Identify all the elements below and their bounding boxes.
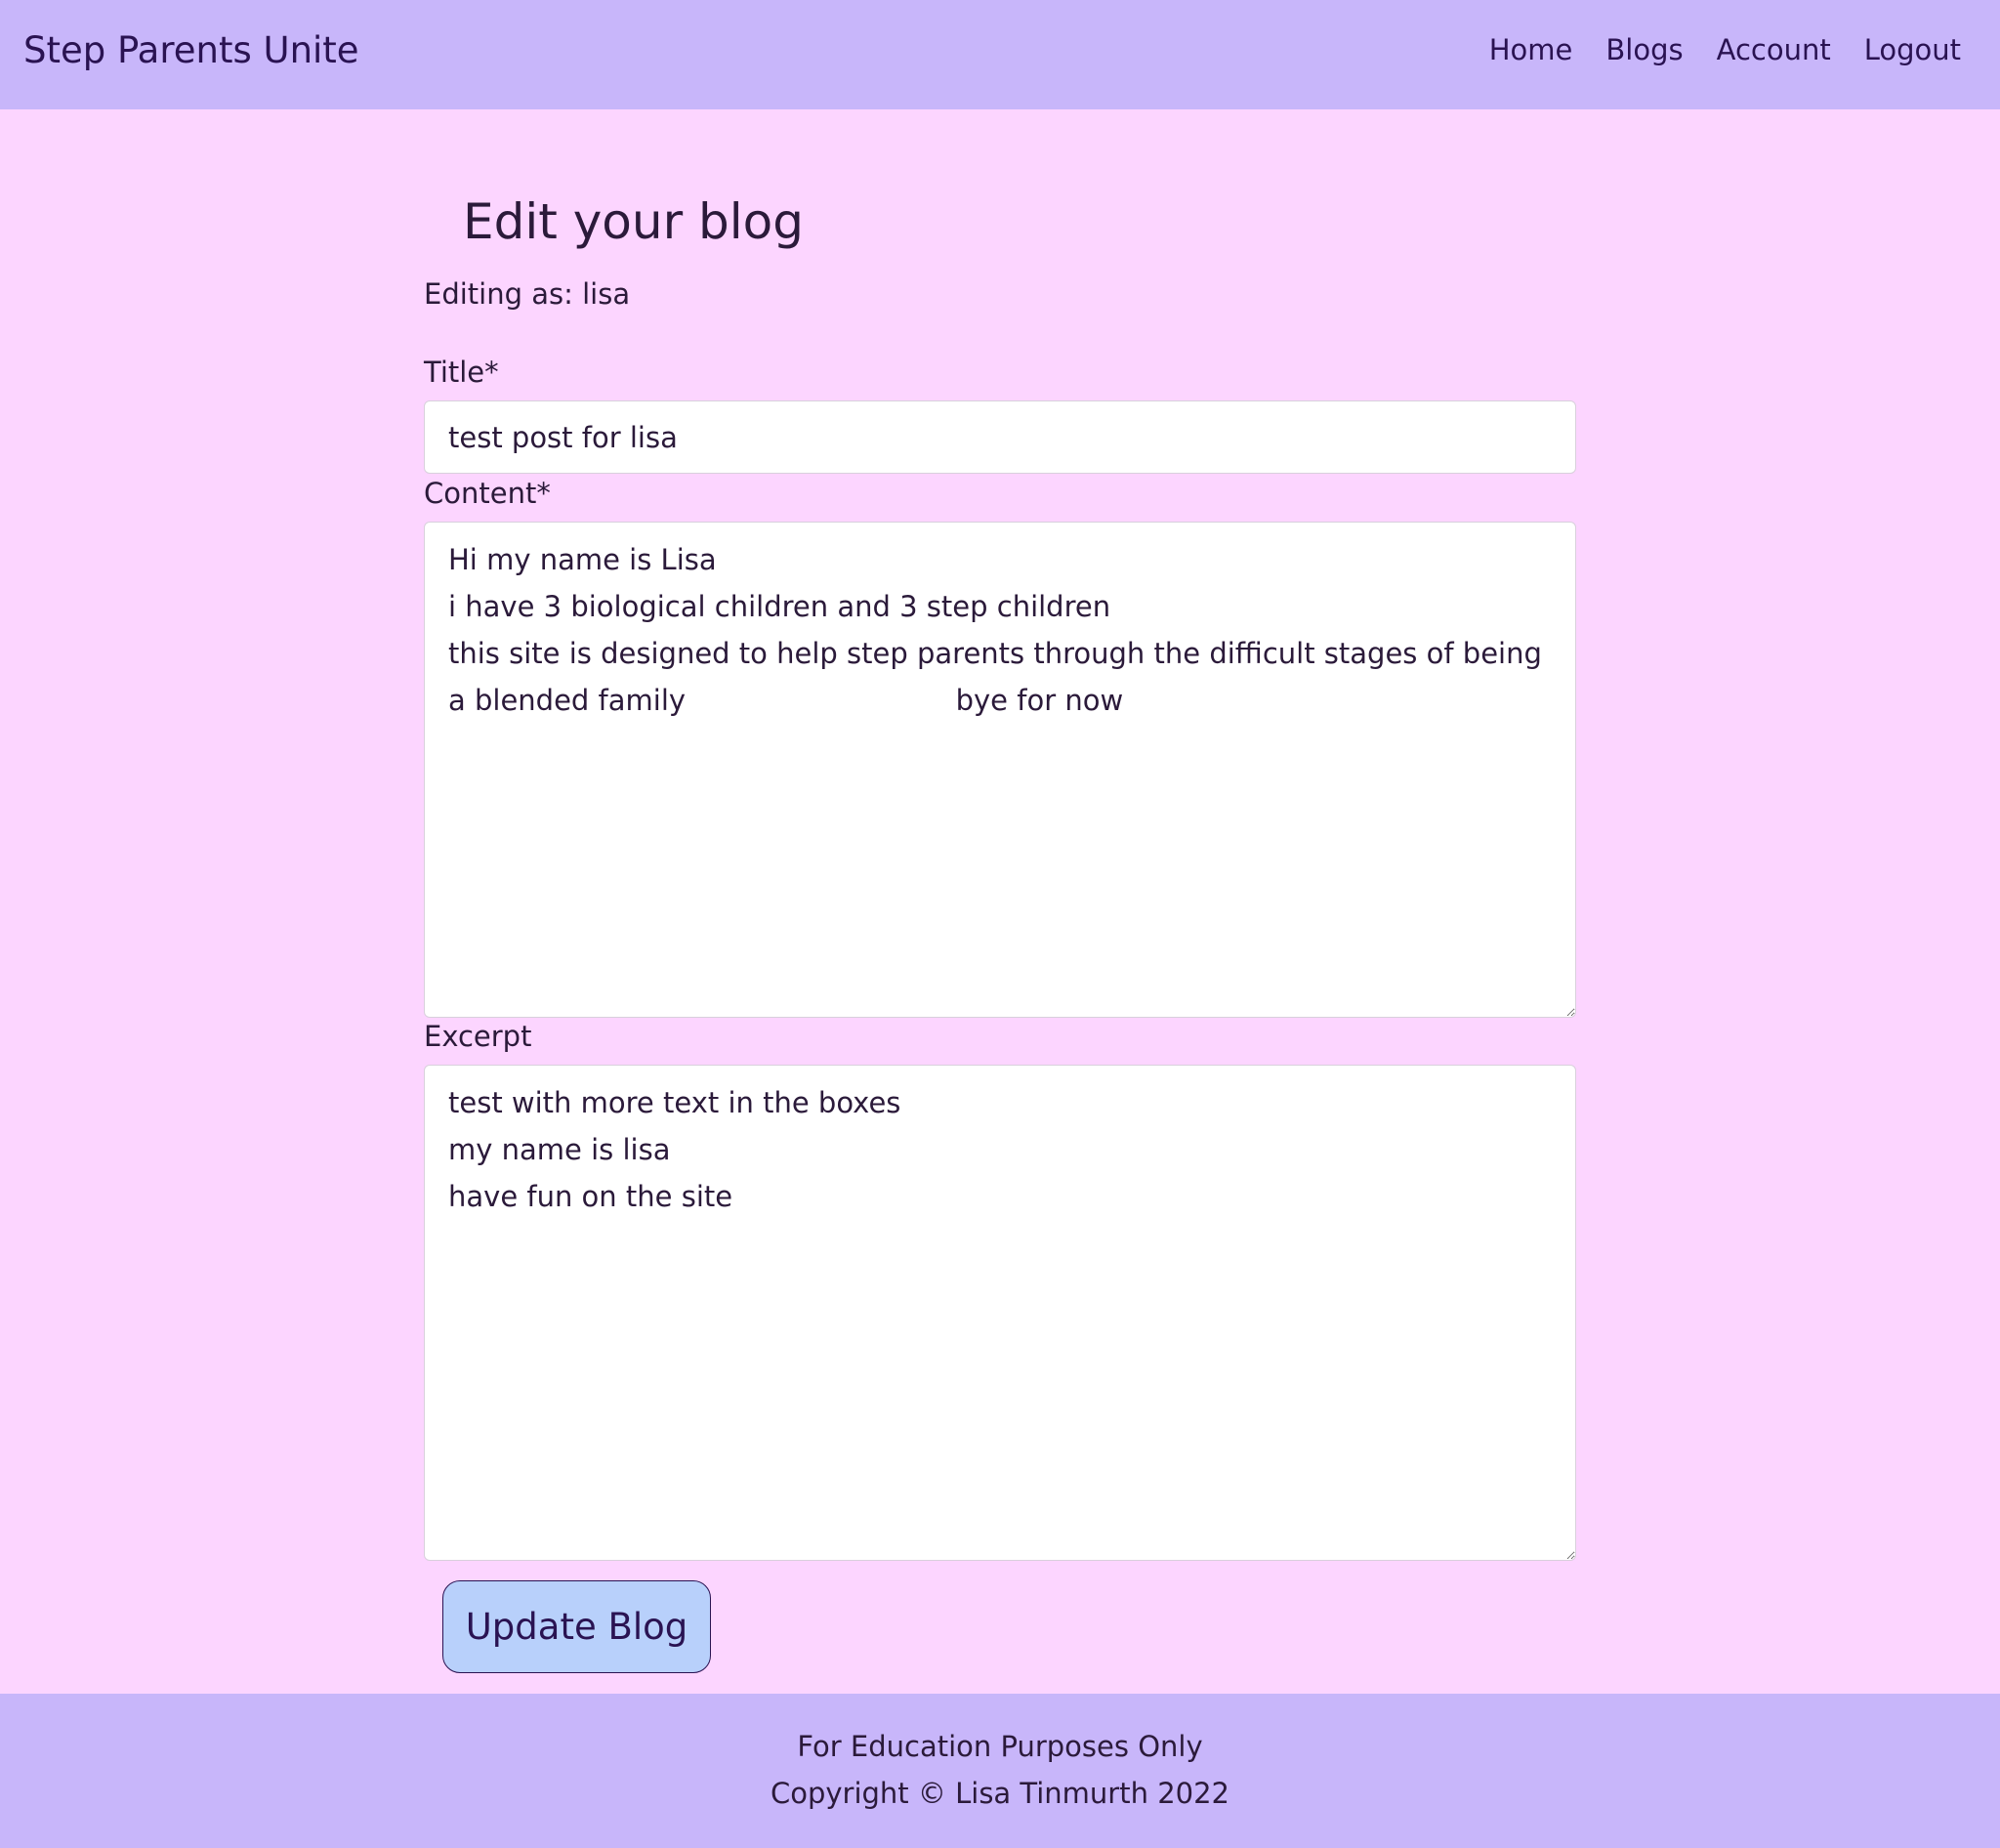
title-label: Title*	[424, 356, 499, 389]
navbar: Step Parents Unite Home Blogs Account Lo…	[0, 0, 2000, 109]
nav-item-blogs: Blogs	[1605, 33, 1683, 66]
nav-link-logout[interactable]: Logout	[1864, 33, 1961, 66]
excerpt-textarea[interactable]: test with more text in the boxes my name…	[424, 1065, 1576, 1561]
excerpt-label: Excerpt	[424, 1020, 532, 1053]
editing-as-text: Editing as: lisa	[424, 277, 631, 311]
nav-link-home[interactable]: Home	[1489, 33, 1573, 66]
nav-item-logout: Logout	[1864, 33, 1961, 66]
title-input[interactable]	[424, 400, 1576, 474]
content-textarea[interactable]: Hi my name is Lisa i have 3 biological c…	[424, 522, 1576, 1018]
footer: For Education Purposes Only Copyright © …	[0, 1694, 2000, 1848]
footer-education-notice: For Education Purposes Only	[797, 1730, 1203, 1763]
nav-item-home: Home	[1489, 33, 1573, 66]
page-title: Edit your blog	[463, 193, 804, 250]
brand-link[interactable]: Step Parents Unite	[23, 29, 359, 71]
nav-link-account[interactable]: Account	[1717, 33, 1831, 66]
update-blog-button[interactable]: Update Blog	[442, 1580, 711, 1673]
nav-link-blogs[interactable]: Blogs	[1605, 33, 1683, 66]
nav-item-account: Account	[1717, 33, 1831, 66]
nav-links: Home Blogs Account Logout	[1489, 33, 1961, 66]
content-label: Content*	[424, 477, 551, 510]
footer-copyright: Copyright © Lisa Tinmurth 2022	[770, 1777, 1230, 1810]
